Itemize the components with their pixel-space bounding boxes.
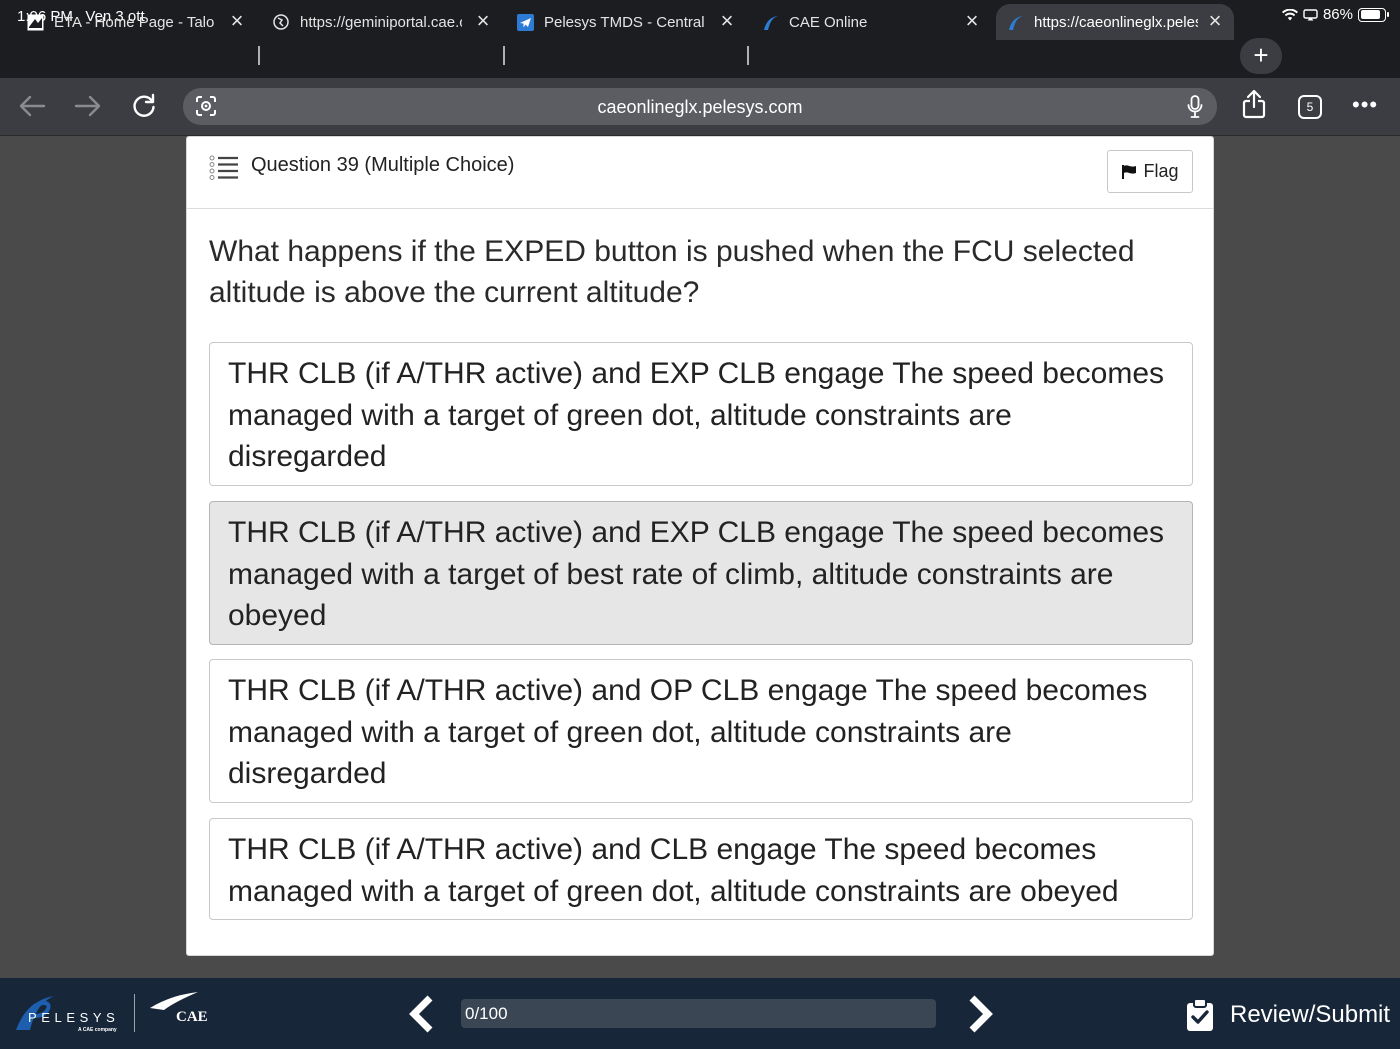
- pelesys-icon: [761, 13, 779, 31]
- previous-question-button[interactable]: [404, 994, 440, 1034]
- tab-divider: [503, 46, 505, 65]
- progress-bar: 0/100: [461, 999, 936, 1028]
- question-title: Question 39 (Multiple Choice): [251, 154, 515, 176]
- tab-bar: [0, 34, 1400, 78]
- footer-bar: PELESYS A CAE company CAE 0/100 Review/S…: [0, 978, 1400, 1049]
- tab-divider: [258, 46, 260, 65]
- share-icon: [1242, 89, 1266, 119]
- pelesys-icon: [1006, 13, 1024, 31]
- option-text: THR CLB (if A/THR active) and EXP CLB en…: [228, 516, 1165, 632]
- tab-switcher-button[interactable]: 5: [1298, 95, 1322, 119]
- cae-wordmark: CAE: [176, 1009, 208, 1024]
- tab-title: ETA - Home Page - Talon: [54, 13, 214, 31]
- arrow-left-icon: [19, 95, 46, 117]
- back-button[interactable]: [12, 88, 52, 124]
- question-card: Question 39 (Multiple Choice) Flag What …: [186, 136, 1214, 956]
- question-text: What happens if the EXPED button is push…: [209, 235, 1135, 309]
- browser-tab[interactable]: CAE Online ×: [761, 4, 983, 40]
- battery-fill: [1360, 10, 1381, 19]
- url-text: caeonlineglx.pelesys.com: [597, 97, 803, 117]
- close-tab-icon[interactable]: ×: [1204, 10, 1226, 33]
- progress-text: 0/100: [465, 1004, 508, 1023]
- globe-icon: [272, 13, 290, 31]
- answer-option-3[interactable]: THR CLB (if A/THR active) and OP CLB eng…: [209, 659, 1193, 803]
- address-bar[interactable]: caeonlineglx.pelesys.com: [183, 88, 1217, 125]
- plane-icon: [516, 13, 534, 31]
- browser-toolbar: caeonlineglx.pelesys.com 5 •••: [0, 78, 1400, 136]
- arrow-right-icon: [74, 95, 101, 117]
- option-text: THR CLB (if A/THR active) and EXP CLB en…: [228, 357, 1165, 473]
- battery-percent: 86%: [1322, 6, 1353, 23]
- pelesys-subtitle: A CAE company: [78, 1027, 117, 1033]
- question-header: Question 39 (Multiple Choice) Flag: [187, 137, 1213, 209]
- answer-option-2[interactable]: THR CLB (if A/THR active) and EXP CLB en…: [209, 501, 1193, 645]
- pelesys-logo: PELESYS A CAE company: [14, 992, 134, 1038]
- tab-title: Pelesys TMDS - Central: [544, 13, 705, 31]
- close-tab-icon[interactable]: ×: [716, 10, 738, 33]
- close-tab-icon[interactable]: ×: [961, 10, 983, 33]
- flag-button[interactable]: Flag: [1107, 150, 1193, 193]
- browser-tab[interactable]: https://geminiportal.cae.com ×: [272, 4, 494, 40]
- eta-icon: [26, 13, 44, 31]
- reload-button[interactable]: [124, 88, 164, 124]
- flag-icon: [1122, 164, 1137, 179]
- more-menu-button[interactable]: •••: [1352, 92, 1378, 118]
- battery-icon: [1358, 7, 1389, 22]
- next-question-button[interactable]: [962, 994, 998, 1034]
- review-submit-button[interactable]: Review/Submit: [1186, 995, 1390, 1035]
- chevron-right-icon: [969, 995, 993, 1033]
- option-text: THR CLB (if A/THR active) and CLB engage…: [228, 833, 1119, 908]
- forward-button[interactable]: [68, 88, 108, 124]
- answer-option-4[interactable]: THR CLB (if A/THR active) and CLB engage…: [209, 818, 1193, 920]
- question-list-icon[interactable]: [209, 155, 239, 186]
- close-tab-icon[interactable]: ×: [472, 10, 494, 33]
- logo-divider: [134, 994, 135, 1032]
- reload-icon: [133, 93, 155, 117]
- option-text: THR CLB (if A/THR active) and OP CLB eng…: [228, 674, 1148, 790]
- tab-title: CAE Online: [789, 13, 868, 31]
- cae-logo: CAE: [148, 990, 212, 1029]
- clipboard-check-icon: [1187, 998, 1213, 1031]
- close-tab-icon[interactable]: ×: [226, 10, 248, 33]
- share-button[interactable]: [1234, 86, 1274, 122]
- tab-title: https://caeonlineglx.pelesys.com: [1034, 13, 1198, 31]
- microphone-icon[interactable]: [1187, 95, 1203, 124]
- wifi-icon: [1281, 8, 1298, 20]
- flag-label: Flag: [1143, 161, 1179, 181]
- tab-title: https://geminiportal.cae.com: [300, 13, 462, 31]
- screen-mirroring-icon: [1303, 8, 1318, 20]
- answer-option-1[interactable]: THR CLB (if A/THR active) and EXP CLB en…: [209, 342, 1193, 486]
- tab-divider: [747, 46, 749, 65]
- browser-tab[interactable]: ETA - Home Page - Talon ×: [26, 4, 248, 40]
- status-indicators: 86%: [1281, 6, 1389, 23]
- browser-tab[interactable]: Pelesys TMDS - Central ×: [516, 4, 738, 40]
- review-submit-label: Review/Submit: [1230, 1001, 1391, 1028]
- pelesys-wordmark: PELESYS: [28, 1010, 119, 1025]
- browser-tab-active[interactable]: https://caeonlineglx.pelesys.com ×: [996, 4, 1234, 40]
- chevron-left-icon: [409, 995, 433, 1033]
- new-tab-button[interactable]: +: [1240, 38, 1282, 74]
